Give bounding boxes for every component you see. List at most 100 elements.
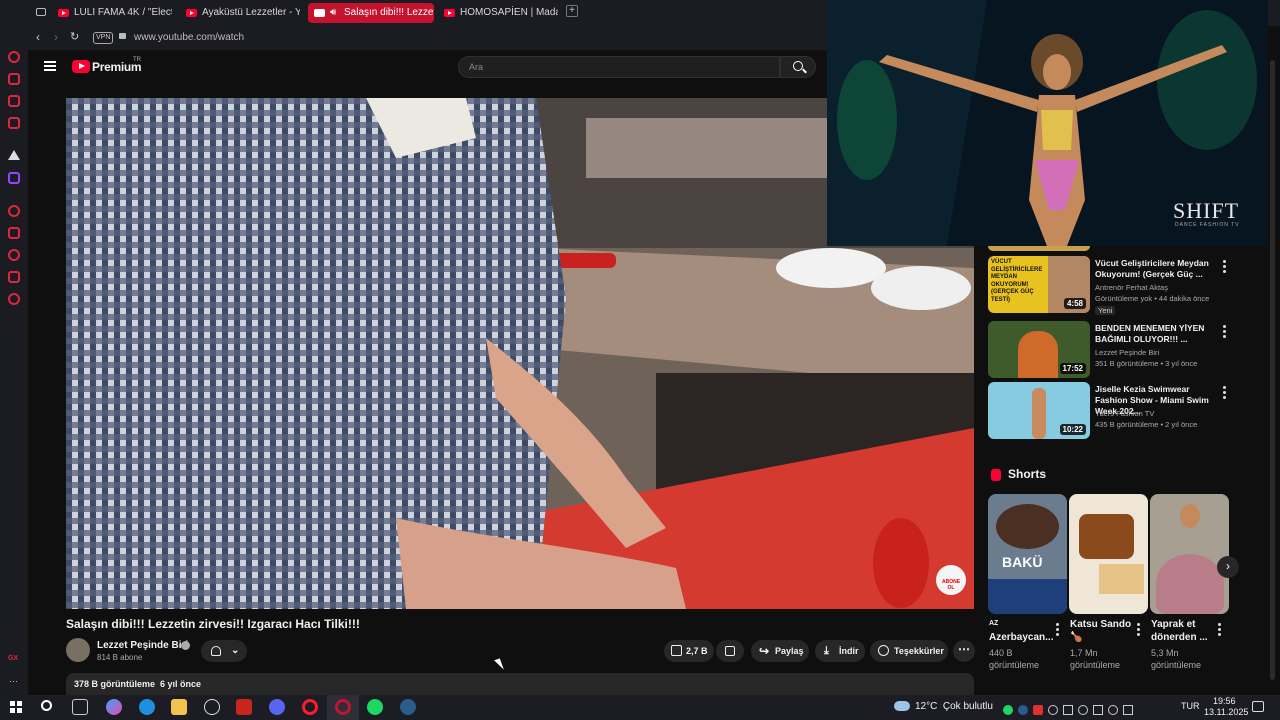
subscriber-count: 814 B abone [97, 653, 143, 662]
thanks-button[interactable]: Teşekkürler [870, 640, 948, 662]
bell-icon [211, 646, 221, 656]
tab-menu-icon[interactable] [36, 8, 46, 16]
discord-icon[interactable] [269, 699, 285, 715]
rec-menu-button[interactable] [1221, 260, 1227, 274]
dislike-button[interactable] [716, 640, 744, 662]
ai-icon[interactable] [8, 150, 20, 160]
short-menu-button[interactable] [1216, 623, 1222, 637]
sidebar-icon-2[interactable] [8, 73, 20, 85]
weather-icon[interactable] [894, 701, 910, 711]
like-button[interactable]: 2,7 B [664, 640, 714, 662]
recommended-video[interactable]: 17:52 BENDEN MENEMEN YİYEN BAĞIMLI OLUYO… [988, 321, 1238, 379]
gx-icon[interactable]: GX [8, 655, 18, 662]
url-text[interactable]: www.youtube.com/watch [134, 32, 244, 43]
description-box[interactable]: 378 B görüntüleme 6 yıl önce [66, 673, 974, 695]
address-bar: ‹ › ↻ VPN www.youtube.com/watch [28, 26, 828, 50]
sidebar-icon-7[interactable] [8, 271, 20, 283]
sidebar-icon-1[interactable] [8, 51, 20, 63]
more-icon[interactable]: ··· [9, 676, 18, 686]
views-and-date: 378 B görüntüleme 6 yıl önce [74, 679, 202, 689]
language-indicator[interactable]: TUR [1181, 701, 1200, 711]
youtube-logo-icon[interactable] [72, 60, 90, 73]
rec-channel[interactable]: Antrenör Ferhat Aktaş [1095, 283, 1168, 292]
short-thumbnail[interactable] [1069, 494, 1148, 614]
steam-icon[interactable] [400, 699, 416, 715]
tab-3-active[interactable]: 🔊︎ Salaşın dibi!!! Lezzetin [308, 3, 434, 23]
opera-icon[interactable] [302, 699, 318, 715]
short-title[interactable]: Azerbaycan... [989, 631, 1057, 644]
page-scrollbar[interactable] [1270, 60, 1275, 680]
picture-in-picture-video[interactable]: SHIFT DANCE FASHION TV [827, 0, 1268, 246]
menu-icon[interactable] [44, 61, 56, 71]
duration: 17:52 [1059, 363, 1086, 374]
chevron-down-icon: ⌄ [231, 645, 240, 656]
task-view-icon[interactable] [72, 699, 88, 715]
recommended-video[interactable]: VÜCUT GELİŞTİRİCİLERE MEYDAN OKUYORUM! (… [988, 256, 1238, 315]
short-thumbnail[interactable] [1150, 494, 1229, 614]
recommended-video[interactable]: 10:22 Jiselle Kezia Swimwear Fashion Sho… [988, 382, 1238, 440]
short-thumb-text: BAKÜ [1002, 554, 1043, 570]
reload-icon[interactable]: ↻ [70, 30, 79, 43]
tab-1[interactable]: LULI FAMA 4K / "Electric [52, 3, 172, 23]
rec-channel[interactable]: Yaers Fashion TV [1095, 409, 1154, 418]
search-input[interactable]: Ara [458, 56, 780, 78]
channel-name[interactable]: Lezzet Peşinde Biri [97, 640, 188, 651]
clock-date[interactable]: 13.11.2025 [1204, 707, 1248, 717]
sidebar-icon-5[interactable] [8, 205, 20, 217]
edge-icon[interactable] [139, 699, 155, 715]
verified-icon [181, 641, 190, 650]
thanks-icon [878, 645, 889, 656]
notification-icon[interactable] [1252, 701, 1264, 712]
shorts-next-button[interactable]: › [1217, 556, 1239, 578]
sidebar-icon-4[interactable] [8, 117, 20, 129]
weather-text[interactable]: 12°C Çok bulutlu [915, 701, 993, 712]
new-tab-button[interactable]: + [566, 5, 578, 17]
tab-4[interactable]: HOMOSAPİEN | Madara C [438, 3, 558, 23]
tray-icons[interactable] [1003, 702, 1163, 715]
share-button[interactable]: ↪ Paylaş [751, 640, 809, 662]
copilot-icon[interactable] [106, 699, 122, 715]
shorts-heading: Shorts [1008, 467, 1047, 481]
file-explorer-icon[interactable] [171, 699, 187, 715]
rec-meta: 351 B görüntüleme • 3 yıl önce [1095, 359, 1198, 368]
vpn-badge[interactable]: VPN [93, 32, 114, 44]
rec-title: Vücut Geliştiricilere Meydan Okuyorum! (… [1095, 258, 1209, 279]
taskbar: 12°C Çok bulutlu TUR 19:56 13.11.2025 [0, 695, 1280, 720]
spotify-icon[interactable] [367, 699, 383, 715]
search-button[interactable] [780, 56, 816, 78]
download-button[interactable]: ⤓ İndir [815, 640, 865, 662]
rec-title: BENDEN MENEMEN YİYEN BAĞIMLI OLUYOR!!! .… [1095, 323, 1205, 344]
video-thumbnail: 10:22 [988, 382, 1090, 439]
short-menu-button[interactable] [1135, 623, 1141, 637]
settings-icon[interactable] [8, 293, 20, 305]
subscribe-watermark-label: ABONE OL [941, 579, 961, 591]
short-menu-button[interactable] [1054, 623, 1060, 637]
rec-menu-button[interactable] [1221, 386, 1227, 400]
back-icon[interactable]: ‹ [36, 30, 40, 44]
opera-gx-active[interactable] [327, 695, 359, 720]
channel-avatar[interactable] [66, 638, 90, 662]
youtube-favicon-icon [314, 9, 325, 17]
thumbs-down-icon [725, 646, 735, 656]
notification-button[interactable]: ⌄ [201, 640, 247, 662]
forward-icon[interactable]: › [54, 30, 58, 44]
tab-2[interactable]: Ayaküstü Lezzetler - You [180, 3, 300, 23]
windows-start-icon[interactable] [10, 701, 22, 713]
app-icon-2[interactable] [236, 699, 252, 715]
sidebar-icon-3[interactable] [8, 95, 20, 107]
rec-channel[interactable]: Lezzet Peşinde Biri [1095, 348, 1159, 357]
clock-time[interactable]: 19:56 [1213, 696, 1236, 706]
more-actions-button[interactable]: ⋯ [953, 640, 975, 662]
twitch-icon[interactable] [8, 172, 20, 184]
rec-meta: Görüntüleme yok • 44 dakika önce [1095, 294, 1210, 303]
rec-menu-button[interactable] [1221, 325, 1227, 339]
youtube-header: Premium TR Ara [28, 50, 828, 86]
search-icon[interactable] [41, 700, 52, 711]
sidebar-icon-6[interactable] [8, 227, 20, 239]
history-icon[interactable] [8, 249, 20, 261]
short-title[interactable]: Yaprak et dönerden ... [1151, 618, 1215, 644]
partial-thumbnail[interactable] [988, 246, 1090, 251]
app-icon-1[interactable] [204, 699, 220, 715]
short-title[interactable]: Katsu Sando 🍗 [1070, 618, 1134, 644]
short-thumbnail[interactable]: BAKÜ [988, 494, 1067, 614]
